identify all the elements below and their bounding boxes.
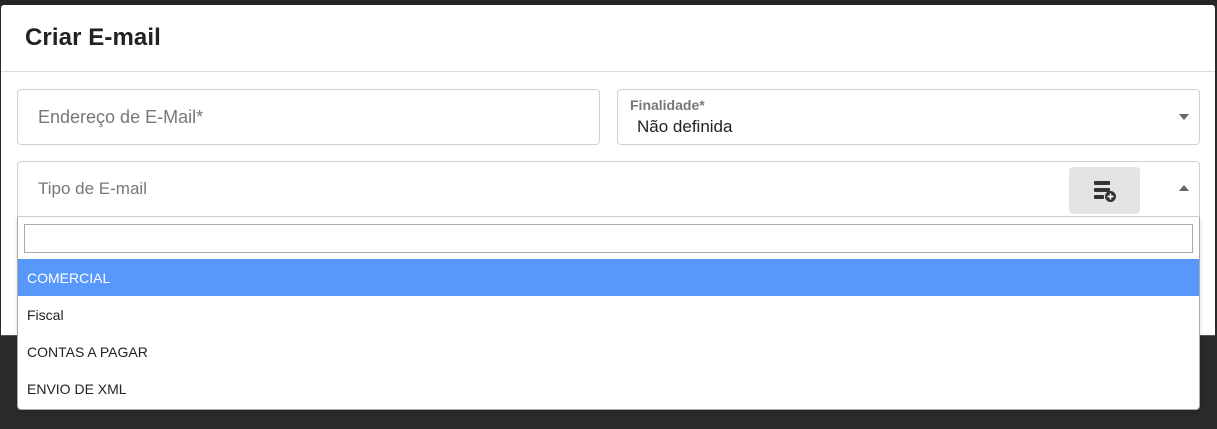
- dropdown-option-comercial[interactable]: COMERCIAL: [18, 259, 1199, 296]
- dropdown-option-contas-a-pagar[interactable]: CONTAS A PAGAR: [18, 333, 1199, 370]
- dropdown-options-list: COMERCIAL Fiscal CONTAS A PAGAR ENVIO DE…: [18, 259, 1199, 407]
- dropdown-search-input[interactable]: [24, 224, 1193, 253]
- email-address-input[interactable]: [18, 90, 599, 144]
- finalidade-label: Finalidade*: [630, 97, 705, 113]
- modal-title: Criar E-mail: [25, 24, 161, 51]
- add-tipo-email-button[interactable]: [1069, 167, 1140, 214]
- tipo-email-placeholder: Tipo de E-mail: [38, 179, 147, 198]
- chevron-down-icon: [1179, 114, 1189, 120]
- tipo-email-select[interactable]: Tipo de E-mail: [17, 161, 1200, 217]
- finalidade-select[interactable]: Finalidade* Não definida: [617, 89, 1200, 145]
- add-list-icon: [1093, 180, 1116, 202]
- dropdown-option-fiscal[interactable]: Fiscal: [18, 296, 1199, 333]
- email-address-field[interactable]: [17, 89, 600, 145]
- tipo-email-dropdown: COMERCIAL Fiscal CONTAS A PAGAR ENVIO DE…: [17, 217, 1200, 410]
- modal-header: Criar E-mail: [1, 5, 1215, 72]
- finalidade-value: Não definida: [637, 117, 733, 136]
- dropdown-option-envio-de-xml[interactable]: ENVIO DE XML: [18, 370, 1199, 407]
- chevron-up-icon: [1179, 185, 1189, 191]
